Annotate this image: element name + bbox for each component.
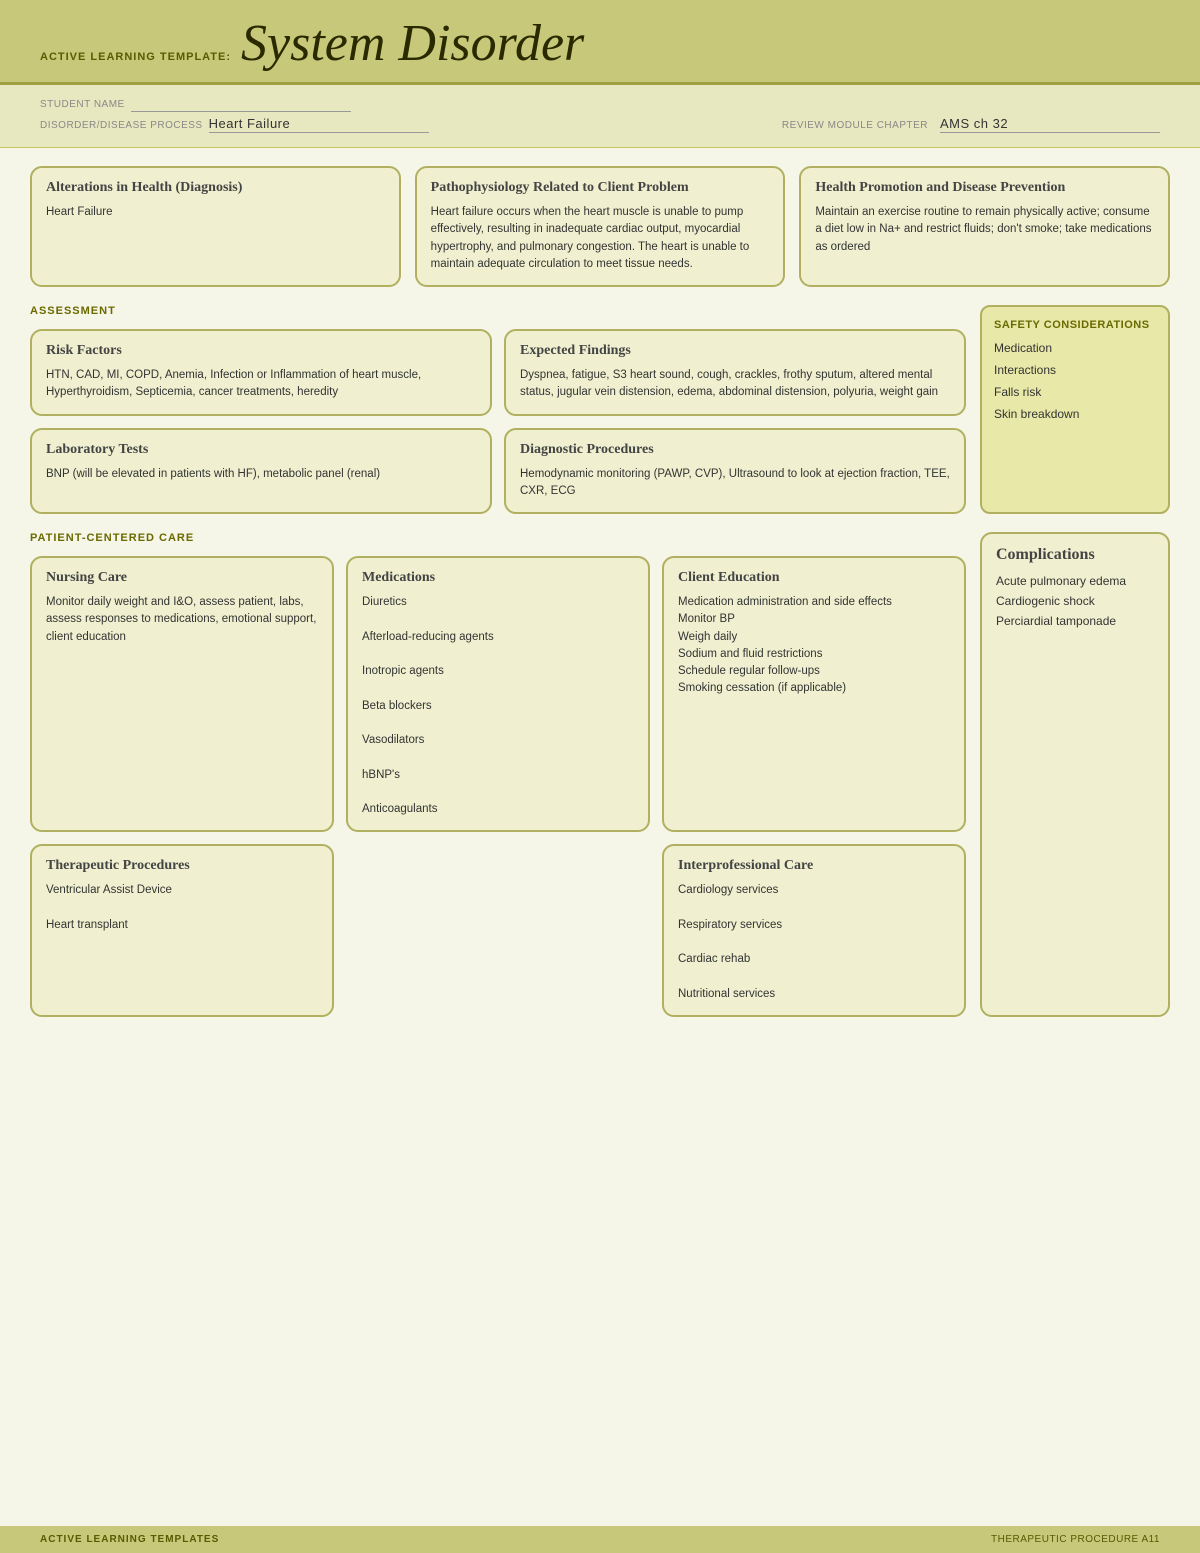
- therapeutic-text: Ventricular Assist Device Heart transpla…: [46, 882, 318, 934]
- alterations-text: Heart Failure: [46, 204, 385, 221]
- pathophysiology-card: Pathophysiology Related to Client Proble…: [415, 166, 786, 287]
- complication-2: Perciardial tamponade: [996, 614, 1154, 628]
- health-promotion-text: Maintain an exercise routine to remain p…: [815, 204, 1154, 256]
- safety-item-0: Medication: [994, 341, 1156, 355]
- diagnostic-text: Hemodynamic monitoring (PAWP, CVP), Ultr…: [520, 466, 950, 501]
- diagnostic-card: Diagnostic Procedures Hemodynamic monito…: [504, 428, 966, 515]
- patient-care-bottom: Therapeutic Procedures Ventricular Assis…: [30, 844, 966, 1017]
- client-education-card: Client Education Medication administrati…: [662, 556, 966, 832]
- assessment-grid: Risk Factors HTN, CAD, MI, COPD, Anemia,…: [30, 329, 966, 514]
- complication-1: Cardiogenic shock: [996, 594, 1154, 608]
- medications-text: Diuretics Afterload-reducing agents Inot…: [362, 594, 634, 818]
- alterations-title: Alterations in Health (Diagnosis): [46, 180, 385, 196]
- disorder-value: Heart Failure: [209, 116, 429, 133]
- medications-title: Medications: [362, 570, 634, 586]
- header-label: ACTIVE LEARNING TEMPLATE:: [40, 51, 231, 63]
- pathophysiology-text: Heart failure occurs when the heart musc…: [431, 204, 770, 273]
- review-label: REVIEW MODULE CHAPTER: [782, 120, 928, 131]
- disorder-row: DISORDER/DISEASE PROCESS Heart Failure R…: [40, 116, 1160, 133]
- student-name-row: STUDENT NAME: [40, 95, 1160, 112]
- interprofessional-title: Interprofessional Care: [678, 858, 950, 874]
- therapeutic-card: Therapeutic Procedures Ventricular Assis…: [30, 844, 334, 1017]
- risk-factors-text: HTN, CAD, MI, COPD, Anemia, Infection or…: [46, 367, 476, 402]
- expected-findings-text: Dyspnea, fatigue, S3 heart sound, cough,…: [520, 367, 950, 402]
- complications-title: Complications: [996, 546, 1154, 564]
- assessment-main: ASSESSMENT Risk Factors HTN, CAD, MI, CO…: [30, 305, 966, 514]
- assessment-area: ASSESSMENT Risk Factors HTN, CAD, MI, CO…: [30, 305, 1170, 514]
- health-promotion-card: Health Promotion and Disease Prevention …: [799, 166, 1170, 287]
- risk-factors-card: Risk Factors HTN, CAD, MI, COPD, Anemia,…: [30, 329, 492, 416]
- diagnostic-title: Diagnostic Procedures: [520, 442, 950, 458]
- safety-item-3: Skin breakdown: [994, 407, 1156, 421]
- medications-card: Medications Diuretics Afterload-reducing…: [346, 556, 650, 832]
- safety-title: SAFETY CONSIDERATIONS: [994, 319, 1156, 331]
- safety-item-1: Interactions: [994, 363, 1156, 377]
- footer-left: ACTIVE LEARNING TEMPLATES: [40, 1534, 219, 1545]
- header-title: System Disorder: [241, 18, 584, 70]
- main-content: Alterations in Health (Diagnosis) Heart …: [0, 148, 1200, 1045]
- footer-right: THERAPEUTIC PROCEDURE A11: [991, 1534, 1160, 1545]
- footer: ACTIVE LEARNING TEMPLATES THERAPEUTIC PR…: [0, 1526, 1200, 1553]
- patient-care-main: PATIENT-CENTERED CARE Nursing Care Monit…: [30, 532, 966, 1017]
- lab-tests-card: Laboratory Tests BNP (will be elevated i…: [30, 428, 492, 515]
- patient-care-header: PATIENT-CENTERED CARE: [30, 532, 966, 546]
- safety-sidebar: SAFETY CONSIDERATIONS Medication Interac…: [980, 305, 1170, 514]
- alterations-card: Alterations in Health (Diagnosis) Heart …: [30, 166, 401, 287]
- page: ACTIVE LEARNING TEMPLATE: System Disorde…: [0, 0, 1200, 1553]
- info-bar: STUDENT NAME DISORDER/DISEASE PROCESS He…: [0, 85, 1200, 148]
- nursing-care-title: Nursing Care: [46, 570, 318, 586]
- pathophysiology-title: Pathophysiology Related to Client Proble…: [431, 180, 770, 196]
- safety-item-2: Falls risk: [994, 385, 1156, 399]
- assessment-header: ASSESSMENT: [30, 305, 966, 319]
- risk-factors-title: Risk Factors: [46, 343, 476, 359]
- lab-tests-title: Laboratory Tests: [46, 442, 476, 458]
- nursing-care-card: Nursing Care Monitor daily weight and I&…: [30, 556, 334, 832]
- client-education-text: Medication administration and side effec…: [678, 594, 950, 698]
- patient-care-area: PATIENT-CENTERED CARE Nursing Care Monit…: [30, 532, 1170, 1017]
- complications-box: Complications Acute pulmonary edema Card…: [980, 532, 1170, 1017]
- safety-box: SAFETY CONSIDERATIONS Medication Interac…: [980, 305, 1170, 514]
- header: ACTIVE LEARNING TEMPLATE: System Disorde…: [0, 0, 1200, 85]
- client-education-title: Client Education: [678, 570, 950, 586]
- disorder-label: DISORDER/DISEASE PROCESS: [40, 120, 203, 131]
- nursing-care-text: Monitor daily weight and I&O, assess pat…: [46, 594, 318, 646]
- review-module: REVIEW MODULE CHAPTER AMS ch 32: [782, 116, 1160, 133]
- student-name-value: [131, 95, 351, 112]
- expected-findings-card: Expected Findings Dyspnea, fatigue, S3 h…: [504, 329, 966, 416]
- therapeutic-title: Therapeutic Procedures: [46, 858, 318, 874]
- interprofessional-text: Cardiology services Respiratory services…: [678, 882, 950, 1003]
- complications-card: Complications Acute pulmonary edema Card…: [980, 532, 1170, 1017]
- patient-care-grid: Nursing Care Monitor daily weight and I&…: [30, 556, 966, 832]
- review-value: AMS ch 32: [940, 116, 1160, 133]
- complication-0: Acute pulmonary edema: [996, 574, 1154, 588]
- empty-card: [346, 844, 650, 1017]
- interprofessional-card: Interprofessional Care Cardiology servic…: [662, 844, 966, 1017]
- expected-findings-title: Expected Findings: [520, 343, 950, 359]
- student-name-label: STUDENT NAME: [40, 99, 125, 110]
- health-promotion-title: Health Promotion and Disease Prevention: [815, 180, 1154, 196]
- top-boxes: Alterations in Health (Diagnosis) Heart …: [30, 166, 1170, 287]
- lab-tests-text: BNP (will be elevated in patients with H…: [46, 466, 476, 483]
